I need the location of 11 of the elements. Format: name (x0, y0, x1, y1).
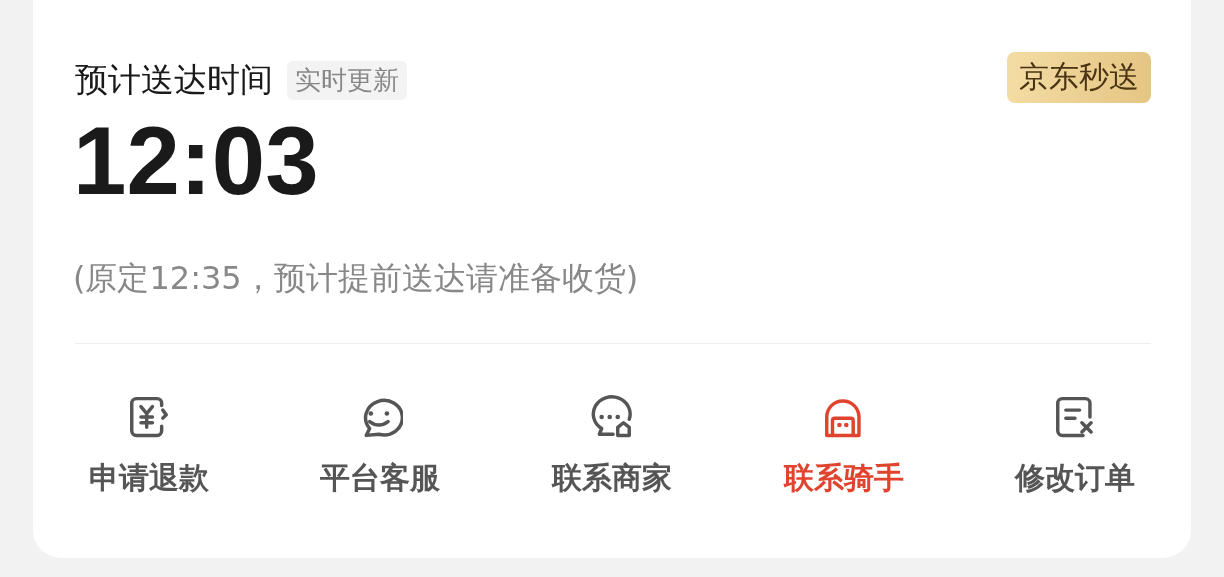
live-tag: 实时更新 (287, 61, 407, 100)
section-title: 预计送达时间 (75, 59, 273, 101)
action-button[interactable]: 联系骑手 (727, 394, 960, 499)
chat-store-icon (589, 394, 635, 440)
action-button[interactable]: 联系商家 (496, 394, 728, 499)
action-button[interactable]: 平台客服 (264, 394, 497, 499)
action-button[interactable]: 修改订单 (959, 394, 1191, 499)
action-button[interactable]: 申请退款 (33, 394, 265, 499)
delivery-time: 12:03 (72, 113, 320, 209)
delivery-note: (原定12:35，预计提前送达请准备收货) (72, 258, 640, 299)
service-badge: 京东秒送 (1007, 52, 1151, 103)
